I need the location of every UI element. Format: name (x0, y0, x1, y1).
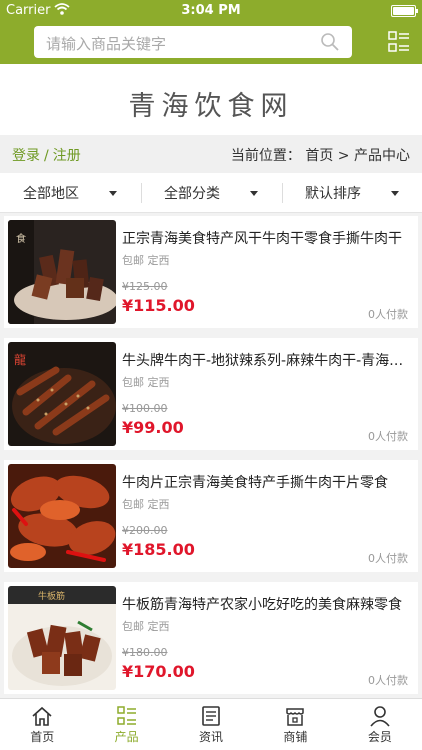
product-price: ¥115.00 (122, 296, 195, 315)
category-menu-icon[interactable] (388, 31, 410, 53)
tab-member-label: 会员 (367, 730, 392, 744)
user-icon (370, 706, 390, 727)
product-sales-count: 0人付款 (368, 674, 408, 687)
battery-icon (391, 5, 418, 17)
product-original-price: ¥125.00 (122, 280, 168, 293)
search-input[interactable]: 请输入商品关键字 (34, 26, 352, 58)
filter-category-label: 全部分类 (164, 186, 220, 202)
product-tag: 包邮 定西 (122, 498, 170, 511)
tab-news[interactable]: 资讯 (169, 699, 253, 750)
tab-home-label: 首页 (30, 730, 55, 744)
site-header: 青海饮食网 (0, 64, 422, 135)
product-sales-count: 0人付款 (368, 552, 408, 565)
svg-text:食: 食 (16, 232, 26, 245)
product-image[interactable] (8, 464, 116, 568)
tab-products-label: 产品 (114, 730, 139, 744)
product-price: ¥185.00 (122, 540, 195, 559)
filter-category-dropdown[interactable]: 全部分类 (141, 173, 281, 213)
product-image[interactable]: 食 (8, 220, 116, 324)
tab-shop[interactable]: 商铺 (253, 699, 337, 750)
product-card[interactable]: 牛板筋 牛板筋青海特产农家小吃好吃的美食麻辣零食 包邮 定西 ¥180.00 ¥… (4, 582, 418, 694)
product-name[interactable]: 牛肉片正宗青海美食特产手撕牛肉干片零食 (122, 472, 412, 492)
login-link[interactable]: 登录 (12, 148, 40, 164)
tab-shop-label: 商铺 (283, 730, 308, 744)
product-image[interactable]: 牛板筋 (8, 586, 116, 690)
product-sales-count: 0人付款 (368, 430, 408, 443)
news-icon (202, 706, 220, 726)
filter-region-dropdown[interactable]: 全部地区 (0, 173, 140, 213)
product-tag: 包邮 定西 (122, 620, 170, 633)
product-name[interactable]: 牛板筋青海特产农家小吃好吃的美食麻辣零食 (122, 594, 412, 614)
product-price: ¥170.00 (122, 662, 195, 681)
search-header: 请输入商品关键字 (0, 22, 422, 64)
status-bar: Carrier 3:04 PM (0, 0, 422, 22)
product-price: ¥99.00 (122, 418, 184, 437)
clock: 3:04 PM (181, 3, 241, 18)
home-icon (32, 706, 52, 726)
product-original-price: ¥100.00 (122, 402, 168, 415)
product-name[interactable]: 牛头牌牛肉干-地狱辣系列-麻辣牛肉干-青海特产 (122, 350, 412, 370)
caret-down-icon (109, 190, 117, 196)
product-card[interactable]: 食 正宗青海美食特产风干牛肉干零食手撕牛肉干 包邮 定西 ¥125.00 ¥11… (4, 216, 418, 328)
product-card[interactable]: 龍 牛头牌牛肉干-地狱辣系列-麻辣牛肉干-青海特产 包邮 定西 ¥100.00 … (4, 338, 418, 450)
tab-member[interactable]: 会员 (338, 699, 422, 750)
site-title: 青海饮食网 (128, 91, 294, 122)
tab-home[interactable]: 首页 (0, 699, 84, 750)
auth-separator: / (44, 148, 49, 164)
caret-down-icon (391, 190, 399, 196)
breadcrumb-row: 登录 / 注册 当前位置： 首页 > 产品中心 (0, 135, 422, 173)
search-icon[interactable] (320, 32, 340, 56)
caret-down-icon (250, 190, 258, 196)
filter-region-label: 全部地区 (23, 186, 79, 202)
bottom-tab-bar: 首页 产品 资讯 商铺 会员 (0, 698, 422, 750)
svg-text:龍: 龍 (14, 352, 26, 367)
register-link[interactable]: 注册 (53, 148, 81, 164)
product-tag: 包邮 定西 (122, 254, 170, 267)
tab-news-label: 资讯 (199, 730, 224, 744)
auth-links: 登录 / 注册 (12, 145, 81, 165)
product-original-price: ¥200.00 (122, 524, 168, 537)
filter-sort-label: 默认排序 (305, 186, 361, 202)
product-tag: 包邮 定西 (122, 376, 170, 389)
search-placeholder: 请输入商品关键字 (46, 35, 167, 53)
tab-products[interactable]: 产品 (84, 699, 168, 750)
product-list-icon (116, 706, 136, 725)
svg-text:牛板筋: 牛板筋 (38, 590, 65, 602)
product-name[interactable]: 正宗青海美食特产风干牛肉干零食手撕牛肉干 (122, 228, 412, 248)
product-original-price: ¥180.00 (122, 646, 168, 659)
product-image[interactable]: 龍 (8, 342, 116, 446)
breadcrumb[interactable]: 当前位置： 首页 > 产品中心 (231, 145, 410, 165)
shop-icon (286, 708, 305, 726)
filter-sort-dropdown[interactable]: 默认排序 (282, 173, 422, 213)
product-sales-count: 0人付款 (368, 308, 408, 321)
filter-bar: 全部地区 全部分类 默认排序 (0, 173, 422, 213)
product-card[interactable]: 牛肉片正宗青海美食特产手撕牛肉干片零食 包邮 定西 ¥200.00 ¥185.0… (4, 460, 418, 572)
